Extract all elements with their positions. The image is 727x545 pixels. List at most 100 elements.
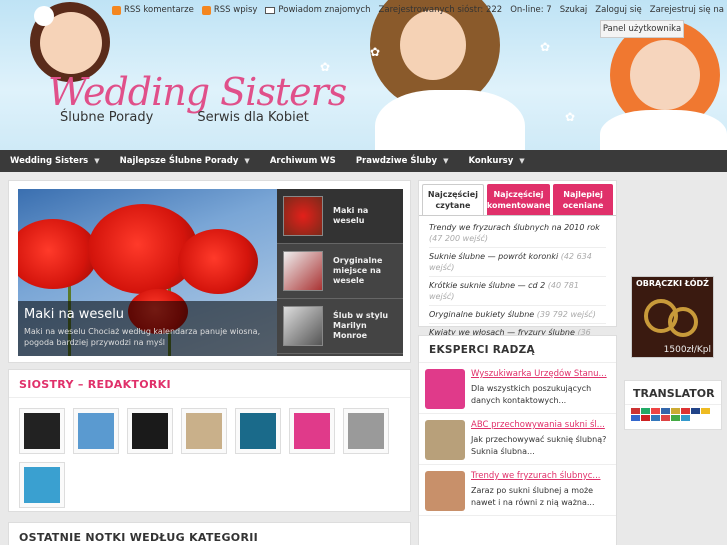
popular-tabs-panel: Najczęściej czytane Najczęściej komentow… (418, 180, 617, 353)
user-panel-button[interactable]: Panel użytkownika (600, 20, 684, 38)
flag-icon[interactable] (681, 408, 690, 414)
expert-item: ABC przechowywania sukni śl... Jak przec… (419, 414, 616, 465)
translator-title: TRANSLATOR (625, 381, 721, 405)
avatar[interactable] (181, 408, 227, 454)
register-link[interactable]: Zarejestruj się na Wedding Sisters (650, 5, 727, 15)
nav-item-real-weddings[interactable]: Prawdziwe Śluby ▼ (356, 156, 449, 166)
flag-icon[interactable] (641, 408, 650, 414)
slider-thumbnails: Maki na weselu Oryginalne miejsce na wes… (277, 189, 403, 356)
site-header: ✿ ✿ ✿ ✿ RSS komentarze RSS wpisy Powiado… (0, 0, 727, 150)
list-item[interactable]: Oryginalne bukiety ślubne (39 792 wejść) (429, 306, 606, 324)
expert-thumb[interactable] (425, 420, 465, 460)
main-nav: Wedding Sisters ▼ Najlepsze Ślubne Porady… (0, 150, 727, 172)
tab-most-commented[interactable]: Najczęściej komentowane (486, 184, 551, 215)
slider-thumb[interactable]: Oryginalne miejsce na wesele (277, 244, 403, 299)
expert-item: Wyszukiwarka Urzędów Stanu... Dla wszyst… (419, 363, 616, 414)
list-item[interactable]: Suknie ślubne — powrót koronki (42 634 w… (429, 248, 606, 277)
top-bar: RSS komentarze RSS wpisy Powiadom znajom… (112, 2, 727, 18)
flag-icon[interactable] (661, 408, 670, 414)
expert-item: Trendy we fryzurach ślubnyc... Zaraz po … (419, 465, 616, 516)
expert-excerpt: Jak przechowywać suknię ślubną? Suknia ś… (471, 435, 607, 456)
ad-title: OBRĄCZKI ŁÓDŹ (636, 279, 709, 288)
slide-caption-title[interactable]: Maki na weselu (24, 307, 271, 322)
rss-posts-link[interactable]: RSS wpisy (201, 5, 257, 15)
language-flags (625, 405, 721, 424)
chevron-down-icon: ▼ (94, 157, 100, 165)
flag-icon[interactable] (651, 415, 660, 421)
search-link[interactable]: Szukaj (560, 5, 588, 15)
nav-item-wedding-sisters[interactable]: Wedding Sisters ▼ (10, 156, 100, 166)
tab-bar: Najczęściej czytane Najczęściej komentow… (419, 181, 616, 215)
avatar[interactable] (127, 408, 173, 454)
flower-icon: ✿ (565, 110, 576, 124)
logo-title: Wedding Sisters (48, 70, 347, 114)
featured-slider: Maki na weselu Maki na weselu Chociaż we… (8, 180, 411, 363)
slide-image[interactable]: Maki na weselu Maki na weselu Chociaż we… (18, 189, 277, 356)
flag-icon[interactable] (691, 408, 700, 414)
nav-item-contests[interactable]: Konkursy ▼ (468, 156, 524, 166)
tab-most-read[interactable]: Najczęściej czytane (422, 184, 484, 215)
nav-item-archive[interactable]: Archiwum WS (270, 156, 336, 166)
chevron-down-icon: ▼ (244, 157, 250, 165)
rss-icon (201, 5, 211, 15)
flag-icon[interactable] (661, 415, 670, 421)
expert-link[interactable]: Wyszukiwarka Urzędów Stanu... (471, 369, 610, 379)
poppy-image (18, 219, 98, 289)
tell-friends-link[interactable]: Powiadom znajomych (265, 5, 371, 15)
avatar[interactable] (235, 408, 281, 454)
registered-count: Zarejestrowanych sióstr: 222 (378, 5, 503, 15)
slider-thumb[interactable]: Ślub w stylu Marilyn Monroe (277, 299, 403, 354)
chevron-down-icon: ▼ (519, 157, 525, 165)
section-title: SIOSTRY – REDAKTORKI (9, 370, 410, 398)
flag-icon[interactable] (651, 408, 660, 414)
flower-icon: ✿ (540, 40, 551, 54)
expert-link[interactable]: Trendy we fryzurach ślubnyc... (471, 471, 610, 481)
login-link[interactable]: Zaloguj się (595, 5, 641, 15)
bride-face-right (630, 40, 700, 110)
flag-icon[interactable] (671, 408, 680, 414)
rss-comments-link[interactable]: RSS komentarze (112, 5, 194, 15)
translator-widget: TRANSLATOR (624, 380, 722, 430)
avatar[interactable] (343, 408, 389, 454)
editors-panel: SIOSTRY – REDAKTORKI (8, 369, 411, 512)
experts-panel: EKSPERCI RADZĄ Wyszukiwarka Urzędów Stan… (418, 335, 617, 545)
thumb-image (283, 306, 323, 346)
bride-dress-center (375, 90, 525, 150)
slide-caption: Maki na weselu Maki na weselu Chociaż we… (18, 301, 277, 356)
bride-veil-flower (34, 6, 54, 26)
flag-icon[interactable] (671, 415, 680, 421)
avatar[interactable] (19, 408, 65, 454)
bride-face-center (400, 10, 466, 80)
flag-icon[interactable] (631, 415, 640, 421)
avatar[interactable] (289, 408, 335, 454)
section-title: EKSPERCI RADZĄ (419, 336, 616, 363)
ad-price: 1500zł/Kpl (663, 345, 711, 355)
logo-subtitle-left: Ślubne Porady (60, 110, 154, 125)
list-item[interactable]: Trendy we fryzurach ślubnych na 2010 rok… (429, 219, 606, 248)
tab-best-rated[interactable]: Najlepiej oceniane (553, 184, 614, 215)
slider-thumb[interactable]: Maki na weselu (277, 189, 403, 244)
rings-ad-banner[interactable]: OBRĄCZKI ŁÓDŹ 1500zł/Kpl (631, 276, 714, 358)
poppy-image (178, 229, 258, 294)
expert-thumb[interactable] (425, 369, 465, 409)
expert-link[interactable]: ABC przechowywania sukni śl... (471, 420, 610, 430)
logo-subtitle-right: Serwis dla Kobiet (197, 110, 309, 125)
avatar[interactable] (19, 462, 65, 508)
expert-excerpt: Dla wszystkich poszukujących danych kont… (471, 384, 592, 405)
flag-icon[interactable] (701, 408, 710, 414)
chevron-down-icon: ▼ (443, 157, 449, 165)
list-item[interactable]: Krótkie suknie ślubne — cd 2 (40 781 wej… (429, 277, 606, 306)
nav-item-best-advice[interactable]: Najlepsze Ślubne Porady ▼ (120, 156, 250, 166)
avatar[interactable] (73, 408, 119, 454)
flag-icon[interactable] (681, 415, 690, 421)
site-logo[interactable]: Wedding Sisters Ślubne Porady Serwis dla… (48, 70, 347, 125)
mail-icon (265, 6, 276, 14)
flag-icon[interactable] (641, 415, 650, 421)
latest-notes-panel: OSTATNIE NOTKI WEDŁUG KATEGORII (8, 522, 411, 545)
online-count: On-line: 7 (510, 5, 552, 15)
flag-icon[interactable] (631, 408, 640, 414)
ring-image (668, 307, 698, 337)
expert-thumb[interactable] (425, 471, 465, 511)
bride-dress-right (600, 110, 727, 150)
section-title: OSTATNIE NOTKI WEDŁUG KATEGORII (19, 531, 259, 544)
